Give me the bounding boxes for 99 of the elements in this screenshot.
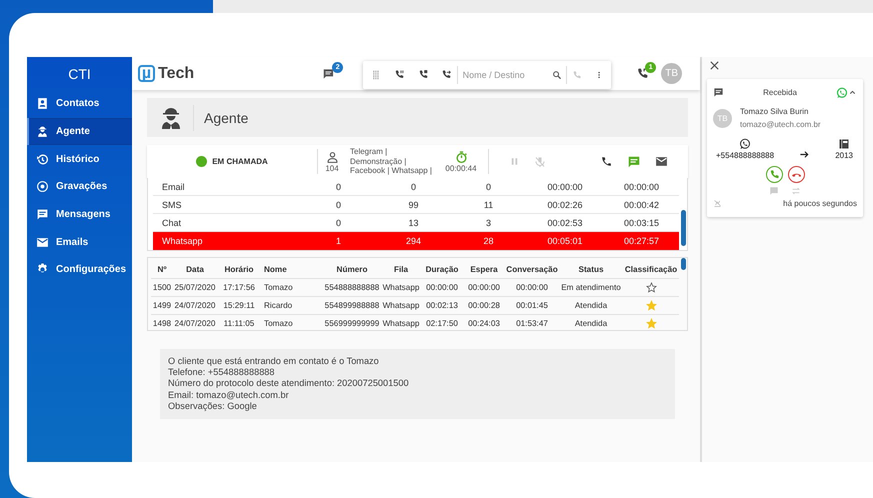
page-title: Agente bbox=[204, 110, 248, 126]
sidebar-item[interactable]: Emails bbox=[27, 228, 132, 256]
scrollbar[interactable] bbox=[681, 258, 686, 270]
sidebar-item[interactable]: Contatos bbox=[27, 90, 132, 118]
message-icon bbox=[36, 208, 49, 222]
caller-number: +554888888888 bbox=[716, 151, 774, 160]
caret-icon[interactable] bbox=[848, 88, 857, 97]
table-cell-text: Whatsapp bbox=[382, 301, 420, 310]
table-cell-text: Em atendimento bbox=[560, 283, 622, 292]
whatsapp-icon bbox=[739, 138, 752, 150]
star-icon[interactable] bbox=[646, 282, 656, 293]
column-header: Classificação bbox=[624, 265, 678, 274]
extension-number: 2013 bbox=[835, 151, 853, 160]
table-cell-text: Whatsapp bbox=[382, 283, 420, 292]
table-cell-text: 1500 bbox=[152, 283, 172, 292]
column-header: Data bbox=[185, 265, 205, 274]
column-header: Nº bbox=[156, 265, 168, 274]
close-icon[interactable] bbox=[709, 60, 720, 71]
extension-icon bbox=[838, 138, 850, 150]
phone-icon bbox=[768, 169, 780, 180]
record-icon bbox=[36, 180, 49, 194]
scrollbar[interactable] bbox=[681, 210, 686, 246]
phone-forward-icon[interactable] bbox=[441, 68, 452, 81]
history-icon bbox=[36, 152, 49, 166]
sidebar-item[interactable]: Agente bbox=[27, 118, 132, 146]
answer-button[interactable] bbox=[766, 166, 782, 183]
table-cell-text: Atendida bbox=[574, 319, 608, 328]
search-icon[interactable] bbox=[552, 68, 562, 80]
extension-number: 104 bbox=[325, 164, 339, 172]
table-cell-text: 554888888888 bbox=[324, 283, 380, 292]
column-header: Horário bbox=[223, 265, 255, 274]
call-timer: 00:00:44 bbox=[445, 164, 477, 172]
table-cell-text: Ricardo bbox=[263, 301, 294, 310]
table-cell-text: 1499 bbox=[152, 301, 172, 310]
table-cell-text: 00:00:28 bbox=[467, 301, 501, 310]
queue-list: Telegram | Demonstração | Facebook | Whatsapp | bbox=[350, 147, 434, 176]
sidebar-item[interactable]: Configurações bbox=[27, 256, 132, 284]
table-cell-text: Tomazo bbox=[263, 283, 294, 292]
table-cell-text: 24/07/2020 bbox=[174, 301, 216, 310]
table-cell-text: 1498 bbox=[152, 319, 172, 328]
info-line: Número do protocolo deste atendimento: 20200725001500 bbox=[168, 378, 410, 390]
column-header: Número bbox=[336, 265, 368, 274]
table-cell-text: 15:29:11 bbox=[222, 301, 256, 310]
call-time: há poucos segundos bbox=[783, 199, 857, 208]
column-header: Espera bbox=[469, 265, 499, 274]
arrow-icon bbox=[799, 149, 810, 160]
message-icon bbox=[713, 87, 724, 98]
table-cell-text: 11:11:05 bbox=[222, 319, 256, 328]
timer-icon bbox=[454, 150, 468, 164]
table-row[interactable]: Whatsapp 1 294 28 00:05:01 00:27:57 bbox=[153, 232, 679, 250]
table-cell-text: 02:17:50 bbox=[425, 319, 459, 328]
status-label: EM CHAMADA bbox=[212, 157, 268, 166]
table-cell-text: 25/07/2020 bbox=[174, 283, 216, 292]
phone-pause-icon[interactable] bbox=[394, 68, 405, 81]
info-line: Observações: Google bbox=[168, 400, 258, 412]
column-header: Conversação bbox=[505, 265, 559, 274]
table-cell-text: Whatsapp bbox=[382, 319, 420, 328]
sidebar-item[interactable]: Gravações bbox=[27, 173, 132, 201]
table-cell-text: 554899988888 bbox=[324, 301, 380, 310]
logo-text: Tech bbox=[158, 64, 194, 82]
hangup-button[interactable] bbox=[788, 166, 804, 183]
mail-icon[interactable] bbox=[655, 155, 668, 168]
table-cell-text: 00:00:00 bbox=[425, 283, 459, 292]
table-cell-text: Atendida bbox=[574, 301, 608, 310]
info-line: O cliente que está entrando em contato é o Tomazo bbox=[168, 356, 380, 368]
calls-icon[interactable] bbox=[636, 67, 650, 80]
mail-icon bbox=[36, 236, 49, 249]
sidebar-title: CTI bbox=[68, 66, 91, 82]
column-header: Status bbox=[577, 265, 605, 274]
table-cell-text: 01:53:47 bbox=[515, 319, 549, 328]
contacts-icon bbox=[36, 97, 49, 110]
table-cell-text: 24/07/2020 bbox=[174, 319, 216, 328]
phone-icon[interactable] bbox=[600, 155, 613, 168]
table-cell-text: 00:00:00 bbox=[515, 283, 549, 292]
column-header: Fila bbox=[392, 265, 410, 274]
contact-name: Tomazo Silva Burin bbox=[740, 107, 810, 116]
table-cell-text: 556999999999 bbox=[324, 319, 380, 328]
signal-icon bbox=[713, 199, 722, 208]
column-header: Nome bbox=[263, 265, 288, 274]
whatsapp-icon bbox=[836, 86, 848, 98]
table-cell-text: 00:02:13 bbox=[425, 301, 459, 310]
agent-icon bbox=[159, 106, 183, 130]
column-header: Duração bbox=[424, 265, 460, 274]
status-dot bbox=[196, 156, 208, 167]
table-cell-text: Tomazo bbox=[263, 319, 294, 328]
info-line: Telefone: +554888888888 bbox=[168, 367, 276, 378]
phone-hold-icon[interactable] bbox=[418, 68, 428, 81]
table-cell-text: 00:00:00 bbox=[467, 283, 501, 292]
table-cell-text: 00:01:45 bbox=[515, 301, 549, 310]
agent-icon bbox=[36, 125, 49, 138]
message-icon[interactable] bbox=[627, 154, 641, 168]
contact-email: tomazo@utech.com.br bbox=[740, 120, 821, 129]
call-direction: Recebida bbox=[762, 88, 798, 97]
sidebar-item[interactable]: Mensagens bbox=[27, 200, 132, 228]
person-icon bbox=[326, 150, 338, 164]
table-cell-text: 00:24:03 bbox=[467, 319, 501, 328]
info-line: Email: tomazo@utech.com.br bbox=[168, 390, 290, 401]
table-cell-text: 17:17:56 bbox=[222, 283, 256, 292]
sidebar-item[interactable]: Histórico bbox=[27, 145, 132, 174]
